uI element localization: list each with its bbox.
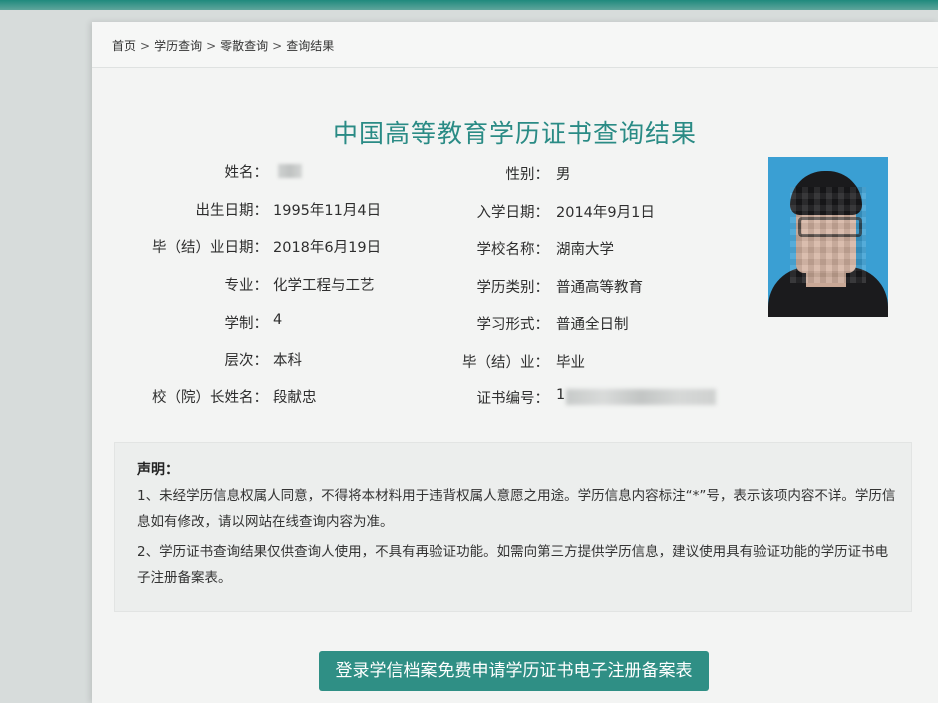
field-value: 毕业: [556, 355, 585, 371]
breadcrumb: 首页 > 学历查询 > 零散查询 > 查询结果: [112, 37, 334, 54]
field-label: 入学日期：: [476, 205, 550, 221]
photo-pixelation: [790, 187, 866, 283]
field-label: 学校名称：: [476, 242, 550, 258]
field-label: 性别：: [505, 167, 550, 183]
apply-registration-form-button[interactable]: 登录学信档案免费申请学历证书电子注册备案表: [319, 651, 709, 691]
field-label: 校（院）长姓名：: [152, 390, 268, 406]
field-label: 学历类别：: [476, 280, 550, 296]
field-value: 普通全日制: [556, 317, 629, 333]
student-photo: [768, 157, 888, 317]
field-label: 专业：: [224, 278, 269, 294]
field-label: 毕（结）业日期：: [152, 240, 268, 256]
field-label: 姓名：: [224, 165, 269, 181]
disclaimer-heading: 声明：: [137, 462, 179, 478]
field-value: 本科: [273, 353, 302, 369]
result-page: 首页 > 学历查询 > 零散查询 > 查询结果 中国高等教育学历证书查询结果 姓名： 出生日…: [92, 22, 938, 703]
field-label: 出生日期：: [195, 203, 269, 219]
field-label: 层次：: [224, 353, 269, 369]
field-value: 4: [273, 312, 283, 328]
field-value: 男: [556, 167, 571, 183]
field-value: 1995年11月4日: [273, 203, 382, 219]
breadcrumb-home[interactable]: 首页: [112, 39, 136, 53]
breadcrumb-separator: >: [140, 39, 151, 53]
field-label: 学习形式：: [476, 317, 550, 333]
field-label: 毕（结）业：: [462, 355, 549, 371]
field-value: 普通高等教育: [556, 280, 643, 296]
field-value: 2018年6月19日: [273, 240, 382, 256]
field-value: 2014年9月1日: [556, 205, 655, 221]
redacted-name: [278, 164, 302, 178]
top-bar: [0, 0, 938, 10]
disclaimer-box: 声明： 1、未经学历信息权属人同意，不得将本材料用于违背权属人意愿之用途。学历信…: [114, 442, 912, 612]
breadcrumb-separator: >: [272, 39, 283, 53]
redacted-certificate-number: [566, 389, 716, 405]
field-value: 段献忠: [273, 390, 317, 406]
field-label: 证书编号：: [476, 391, 550, 407]
disclaimer-item-2: 2、学历证书查询结果仅供查询人使用，不具有再验证功能。如需向第三方提供学历信息，…: [137, 544, 889, 586]
page-title: 中国高等教育学历证书查询结果: [332, 119, 697, 148]
breadcrumb-degree-query[interactable]: 学历查询: [154, 39, 202, 53]
breadcrumb-bar: 首页 > 学历查询 > 零散查询 > 查询结果: [92, 22, 938, 68]
field-value: 1: [556, 387, 566, 403]
field-value: 湖南大学: [556, 242, 614, 258]
breadcrumb-separator: >: [206, 39, 217, 53]
disclaimer-item-1: 1、未经学历信息权属人同意，不得将本材料用于违背权属人意愿之用途。学历信息内容标…: [137, 488, 896, 530]
breadcrumb-current: 查询结果: [286, 39, 335, 53]
breadcrumb-single-query[interactable]: 零散查询: [220, 39, 268, 53]
field-value: 化学工程与工艺: [273, 278, 375, 294]
field-label: 学制：: [224, 316, 269, 332]
